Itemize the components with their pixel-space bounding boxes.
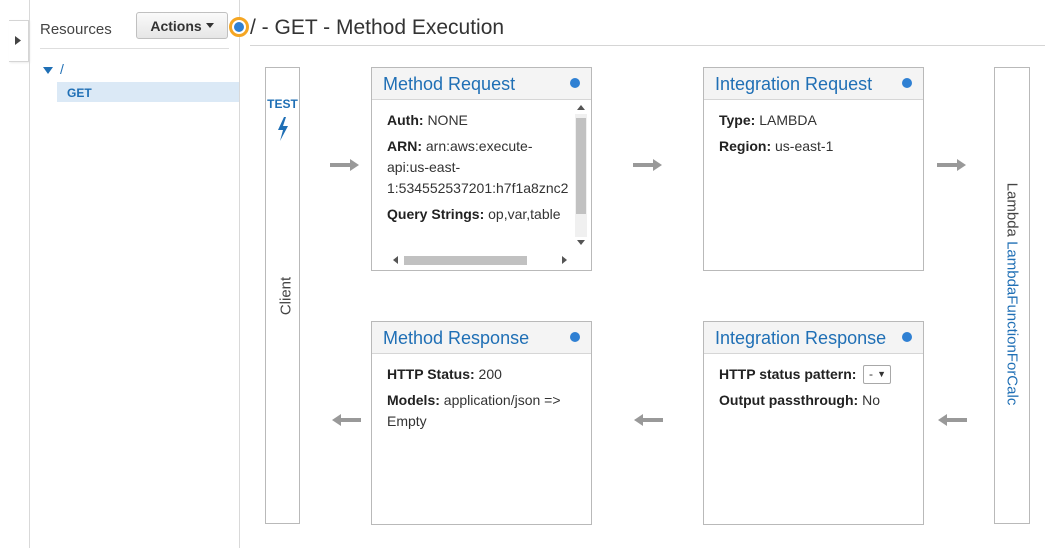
status-dot-icon xyxy=(570,78,580,88)
actions-button[interactable]: Actions xyxy=(136,12,228,39)
status-dot-icon xyxy=(902,78,912,88)
passthrough-row: Output passthrough: No xyxy=(719,390,880,411)
integration-request-panel: Integration Request Type: LAMBDA Region:… xyxy=(703,67,924,271)
method-request-title[interactable]: Method Request xyxy=(383,74,515,95)
integration-response-header: Integration Response xyxy=(704,322,923,354)
horizontal-scrollbar[interactable] xyxy=(388,253,574,267)
arn-row: ARN: arn:aws:execute- api:us-east- 1:534… xyxy=(387,136,568,199)
scroll-down-icon[interactable] xyxy=(577,240,585,245)
type-key: Type: xyxy=(719,112,756,128)
test-link[interactable]: TEST xyxy=(266,97,299,111)
expand-caret-icon[interactable] xyxy=(43,67,53,74)
http-status-row: HTTP Status: 200 xyxy=(387,364,502,385)
auth-row: Auth: NONE xyxy=(387,110,468,131)
vertical-scrollbar[interactable] xyxy=(573,100,589,250)
arrow-right-icon xyxy=(633,159,662,171)
page-title: / - GET - Method Execution xyxy=(250,16,505,39)
integration-request-title[interactable]: Integration Request xyxy=(715,74,872,95)
method-response-title[interactable]: Method Response xyxy=(383,328,529,349)
status-dot-icon xyxy=(902,332,912,342)
type-row: Type: LAMBDA xyxy=(719,110,817,131)
http-status-key: HTTP Status: xyxy=(387,366,475,382)
sidebar-divider xyxy=(29,0,30,548)
lambda-prefix: Lambda xyxy=(1003,182,1021,237)
method-request-header: Method Request xyxy=(372,68,591,100)
lambda-label: Lambda LambdaFunctionForCalc xyxy=(1004,183,1021,406)
models-value: application/json => xyxy=(443,392,561,408)
scroll-thumb[interactable] xyxy=(576,118,586,214)
status-pattern-value: - xyxy=(869,367,873,381)
http-status-value: 200 xyxy=(478,366,502,382)
lightning-bolt-icon[interactable] xyxy=(276,117,290,141)
chevron-right-icon xyxy=(15,36,21,45)
method-response-header: Method Response xyxy=(372,322,591,354)
models-value-line2: Empty xyxy=(387,413,427,429)
integration-response-panel: Integration Response HTTP status pattern… xyxy=(703,321,924,525)
tree-item-root[interactable]: / xyxy=(60,61,64,77)
type-value: LAMBDA xyxy=(759,112,817,128)
arrow-right-icon xyxy=(330,159,359,171)
integration-request-header: Integration Request xyxy=(704,68,923,100)
auth-value: NONE xyxy=(427,112,468,128)
auth-key: Auth: xyxy=(387,112,424,128)
arn-value-line3: 1:534552537201:h7f1a8znc2 xyxy=(387,180,569,196)
status-pattern-key: HTTP status pattern: xyxy=(719,366,857,382)
arrow-left-icon xyxy=(332,414,361,426)
arrow-left-icon xyxy=(634,414,663,426)
scroll-up-icon[interactable] xyxy=(577,105,585,110)
passthrough-value: No xyxy=(862,392,880,408)
resources-heading: Resources xyxy=(40,21,112,38)
models-row: Models: application/json => Empty xyxy=(387,390,561,432)
arn-value-line1: arn:aws:execute- xyxy=(425,138,533,154)
method-response-panel: Method Response HTTP Status: 200 Models:… xyxy=(371,321,592,525)
query-strings-value: op,var,table xyxy=(488,206,561,222)
sidebar-toggle-button[interactable] xyxy=(9,20,29,62)
method-request-panel: Method Request Auth: NONE ARN: arn:aws:e… xyxy=(371,67,592,271)
arrow-left-icon xyxy=(938,414,967,426)
header-divider xyxy=(250,45,1045,46)
scroll-right-icon[interactable] xyxy=(562,256,567,264)
status-pattern-select[interactable]: - ▼ xyxy=(863,365,891,384)
resources-divider-line xyxy=(40,48,229,49)
query-strings-row: Query Strings: op,var,table xyxy=(387,204,561,225)
lambda-function-link[interactable]: LambdaFunctionForCalc xyxy=(1004,241,1021,405)
region-row: Region: us-east-1 xyxy=(719,136,833,157)
arn-key: ARN: xyxy=(387,138,422,154)
resources-divider xyxy=(239,0,240,548)
scroll-left-icon[interactable] xyxy=(393,256,398,264)
actions-label: Actions xyxy=(150,17,202,34)
method-request-content: Auth: NONE ARN: arn:aws:execute- api:us-… xyxy=(372,100,575,264)
arrow-right-icon xyxy=(937,159,966,171)
caret-down-icon xyxy=(205,23,214,28)
client-label: Client xyxy=(277,276,295,316)
scroll-thumb[interactable] xyxy=(404,256,527,265)
integration-response-title[interactable]: Integration Response xyxy=(715,328,886,349)
chevron-down-icon: ▼ xyxy=(877,369,886,379)
models-key: Models: xyxy=(387,392,440,408)
status-dot-icon xyxy=(570,332,580,342)
status-dot-icon xyxy=(229,17,249,37)
passthrough-key: Output passthrough: xyxy=(719,392,859,408)
status-pattern-row: HTTP status pattern: xyxy=(719,364,856,385)
query-strings-key: Query Strings: xyxy=(387,206,485,222)
tree-item-get[interactable]: GET xyxy=(67,86,92,100)
region-key: Region: xyxy=(719,138,772,154)
region-value: us-east-1 xyxy=(775,138,834,154)
arn-value-line2: api:us-east- xyxy=(387,159,461,175)
